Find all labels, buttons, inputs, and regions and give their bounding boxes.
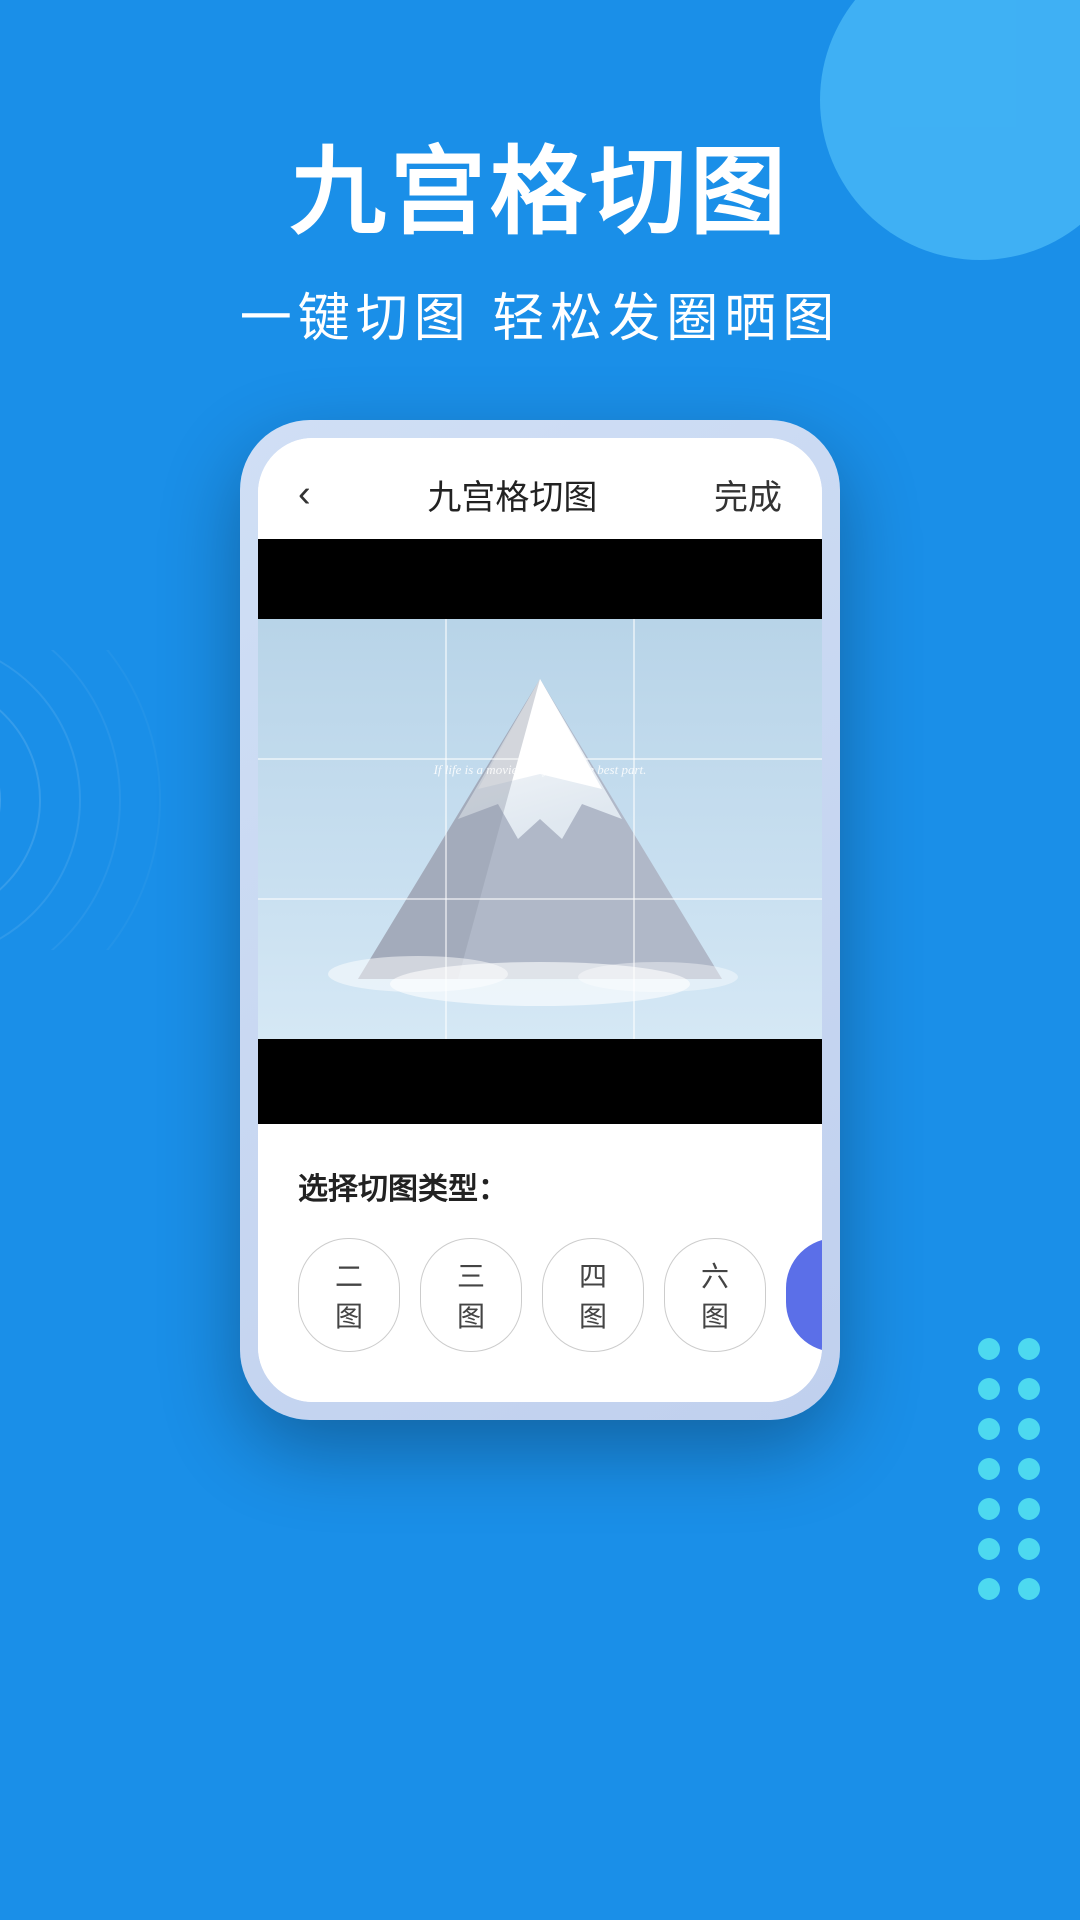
cut-btn-four[interactable]: 四图 <box>542 1238 644 1352</box>
phone-screen: ‹ 九宫格切图 完成 <box>258 438 822 1402</box>
black-bar-bottom <box>258 1044 822 1124</box>
screen-title: 九宫格切图 <box>427 470 597 519</box>
main-title: 九宫格切图 <box>0 140 1080 246</box>
done-button[interactable]: 完成 <box>714 470 782 519</box>
cut-btn-two[interactable]: 二图 <box>298 1238 400 1352</box>
image-grid-container: If life is a movie. Oh you're the best p… <box>258 619 822 1044</box>
bottom-section: 选择切图类型： 二图 三图 四图 六图 九图 <box>258 1124 822 1402</box>
back-button[interactable]: ‹ <box>298 473 311 516</box>
cut-type-label: 选择切图类型： <box>298 1164 782 1208</box>
phone-mockup: ‹ 九宫格切图 完成 <box>240 420 840 1420</box>
mountain-scene: If life is a movie. Oh you're the best p… <box>258 619 822 1039</box>
cut-type-buttons: 二图 三图 四图 六图 九图 <box>298 1238 782 1352</box>
black-bar-top <box>258 539 822 619</box>
phone-outer-frame: ‹ 九宫格切图 完成 <box>240 420 840 1420</box>
image-viewer: If life is a movie. Oh you're the best p… <box>258 539 822 1124</box>
bg-rings-decoration <box>0 650 220 950</box>
cut-btn-six[interactable]: 六图 <box>664 1238 766 1352</box>
cut-btn-three[interactable]: 三图 <box>420 1238 522 1352</box>
header-section: 九宫格切图 一键切图 轻松发圈晒图 <box>0 0 1080 351</box>
cut-btn-nine[interactable]: 九图 <box>786 1238 822 1352</box>
svg-text:If life is a movie. Oh you're: If life is a movie. Oh you're the best p… <box>433 762 647 777</box>
screen-header: ‹ 九宫格切图 完成 <box>258 438 822 539</box>
dots-decoration <box>978 1338 1040 1600</box>
sub-title: 一键切图 轻松发圈晒图 <box>0 276 1080 351</box>
